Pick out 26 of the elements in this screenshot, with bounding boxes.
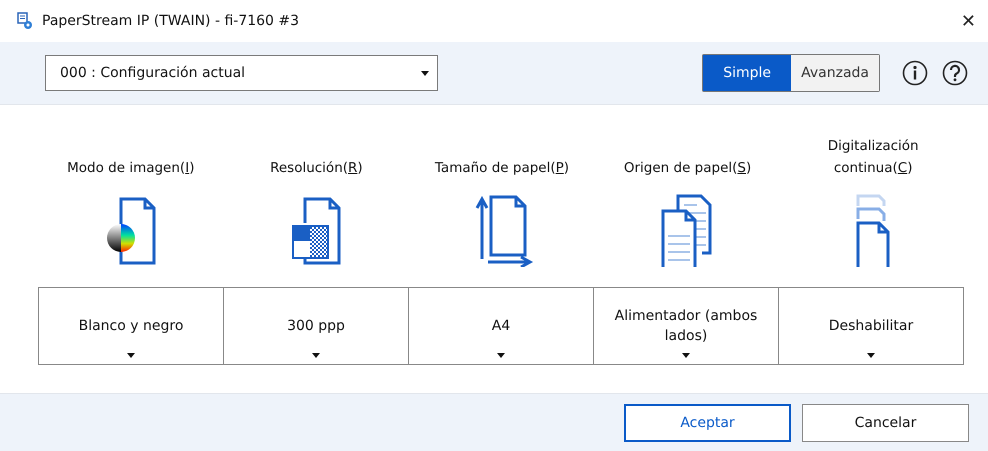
accept-button[interactable]: Aceptar [624,404,791,442]
mode-tab[interactable]: Simple [703,55,792,91]
setting-dropdown[interactable]: Blanco y negro [38,287,224,365]
close-button[interactable]: ✕ [960,10,976,32]
scanner-settings-icon [16,12,34,30]
setting-label: Tamaño de papel(P) [434,159,570,178]
setting-label: Modo de imagen(I) [67,159,194,178]
profile-dropdown[interactable]: 000 : Configuración actual [45,55,438,91]
info-icon[interactable] [902,60,928,86]
setting-label: Digitalización continua(C) [826,137,920,178]
setting-dropdown[interactable]: Deshabilitar [778,287,964,365]
window-title: PaperStream IP (TWAIN) - fi-7160 #3 [42,13,300,29]
caret-icon [312,353,320,358]
caret-icon [421,70,429,76]
setting-dropdown[interactable]: Alimentador (ambos lados) [593,287,779,365]
setting-dropdown[interactable]: 300 ppp [223,287,409,365]
setting-label: Origen de papel(S) [624,159,752,178]
caret-icon [127,353,135,358]
setting-dropdown[interactable]: A4 [408,287,594,365]
setting-label: Resolución(R) [270,159,363,178]
caret-icon [497,353,505,358]
mode-tab[interactable]: Avanzada [791,55,879,91]
caret-icon [867,353,875,358]
cancel-button[interactable]: Cancelar [802,404,969,442]
caret-icon [682,353,690,358]
help-icon[interactable] [942,60,968,86]
